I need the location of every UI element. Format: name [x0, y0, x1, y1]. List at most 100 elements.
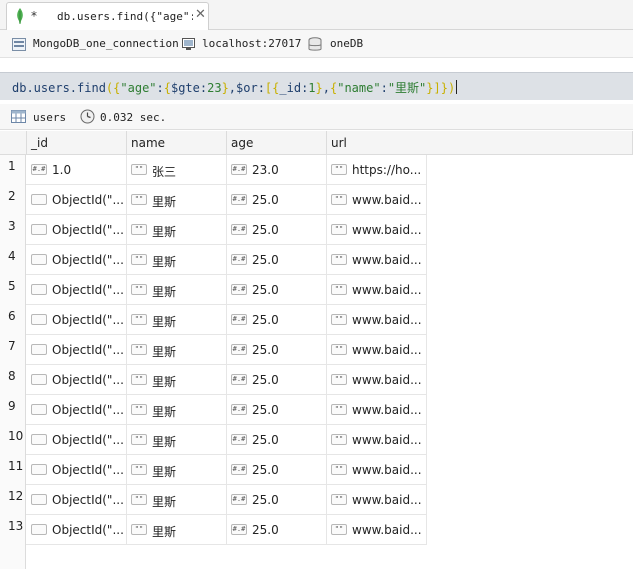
column-header-id[interactable]: _id — [27, 131, 127, 155]
cell-name[interactable]: "" 里斯 — [127, 395, 227, 425]
cell-url[interactable]: "" www.baid... — [327, 275, 427, 305]
query-tab[interactable]: * db.users.find({"age":… ✕ — [6, 2, 209, 30]
table-row[interactable]: 12 ObjectId("... "" 里斯 #.# 25.0 "" www.baid... — [0, 485, 427, 515]
object-type-icon — [31, 494, 47, 505]
cell-url[interactable]: "" www.baid... — [327, 185, 427, 215]
cell-name[interactable]: "" 里斯 — [127, 425, 227, 455]
cell-url[interactable]: "" www.baid... — [327, 485, 427, 515]
close-icon[interactable]: ✕ — [195, 8, 207, 22]
cell-name[interactable]: "" 里斯 — [127, 485, 227, 515]
column-header-age[interactable]: age — [227, 131, 327, 155]
cell-name[interactable]: "" 里斯 — [127, 455, 227, 485]
mongodb-leaf-icon — [17, 8, 23, 24]
cell-age[interactable]: #.# 25.0 — [227, 365, 327, 395]
cell-id[interactable]: ObjectId("... — [27, 215, 127, 245]
cell-name[interactable]: "" 里斯 — [127, 515, 227, 545]
cell-age[interactable]: #.# 25.0 — [227, 455, 327, 485]
cell-url[interactable]: "" https://ho... — [327, 155, 427, 185]
table-row[interactable]: 13 ObjectId("... "" 里斯 #.# 25.0 "" www.baid... — [0, 515, 427, 545]
table-row[interactable]: 3 ObjectId("... "" 里斯 #.# 25.0 "" www.baid... — [0, 215, 427, 245]
table-row[interactable]: 10 ObjectId("... "" 里斯 #.# 25.0 "" www.baid... — [0, 425, 427, 455]
number-type-icon: #.# — [231, 164, 247, 175]
cell-age[interactable]: #.# 25.0 — [227, 305, 327, 335]
column-header-url[interactable]: url — [327, 131, 633, 155]
table-row[interactable]: 7 ObjectId("... "" 里斯 #.# 25.0 "" www.baid... — [0, 335, 427, 365]
cell-value: ObjectId("... — [52, 223, 124, 237]
cell-age[interactable]: #.# 25.0 — [227, 275, 327, 305]
cell-url[interactable]: "" www.baid... — [327, 515, 427, 545]
cell-age[interactable]: #.# 23.0 — [227, 155, 327, 185]
number-type-icon: #.# — [231, 404, 247, 415]
cell-url[interactable]: "" www.baid... — [327, 305, 427, 335]
cell-value: 25.0 — [252, 313, 279, 327]
cell-url[interactable]: "" www.baid... — [327, 335, 427, 365]
table-row[interactable]: 4 ObjectId("... "" 里斯 #.# 25.0 "" www.baid... — [0, 245, 427, 275]
table-row[interactable]: 1 #.# 1.0 "" 张三 #.# 23.0 "" https://ho... — [0, 155, 427, 185]
table-row[interactable]: 2 ObjectId("... "" 里斯 #.# 25.0 "" www.baid... — [0, 185, 427, 215]
row-number: 1 — [0, 155, 26, 185]
string-type-icon: "" — [331, 494, 347, 505]
cell-name[interactable]: "" 里斯 — [127, 275, 227, 305]
cell-url[interactable]: "" www.baid... — [327, 455, 427, 485]
cell-age[interactable]: #.# 25.0 — [227, 215, 327, 245]
cell-value: 里斯 — [152, 315, 177, 329]
table-row[interactable]: 11 ObjectId("... "" 里斯 #.# 25.0 "" www.baid... — [0, 455, 427, 485]
cell-name[interactable]: "" 里斯 — [127, 245, 227, 275]
cell-id[interactable]: ObjectId("... — [27, 365, 127, 395]
cell-id[interactable]: #.# 1.0 — [27, 155, 127, 185]
string-type-icon: "" — [131, 404, 147, 415]
cell-id[interactable]: ObjectId("... — [27, 425, 127, 455]
cell-age[interactable]: #.# 25.0 — [227, 425, 327, 455]
cell-id[interactable]: ObjectId("... — [27, 245, 127, 275]
cell-value: 里斯 — [152, 525, 177, 539]
cell-id[interactable]: ObjectId("... — [27, 335, 127, 365]
table-row[interactable]: 9 ObjectId("... "" 里斯 #.# 25.0 "" www.baid... — [0, 395, 427, 425]
cell-id[interactable]: ObjectId("... — [27, 455, 127, 485]
cell-name[interactable]: "" 里斯 — [127, 335, 227, 365]
cell-age[interactable]: #.# 25.0 — [227, 245, 327, 275]
cell-id[interactable]: ObjectId("... — [27, 395, 127, 425]
cell-age[interactable]: #.# 25.0 — [227, 185, 327, 215]
cell-name[interactable]: "" 里斯 — [127, 215, 227, 245]
cell-name[interactable]: "" 里斯 — [127, 185, 227, 215]
cell-id[interactable]: ObjectId("... — [27, 485, 127, 515]
cell-age[interactable]: #.# 25.0 — [227, 335, 327, 365]
cell-url[interactable]: "" www.baid... — [327, 395, 427, 425]
query-editor[interactable]: db.users.find({"age":{$gte:23},$or:[{_id… — [0, 58, 633, 100]
rownum-header — [0, 131, 27, 155]
cell-url[interactable]: "" www.baid... — [327, 215, 427, 245]
column-header-name[interactable]: name — [127, 131, 227, 155]
string-type-icon: "" — [131, 254, 147, 265]
row-number: 6 — [0, 305, 26, 335]
cell-value: www.baid... — [352, 253, 422, 267]
cell-name[interactable]: "" 张三 — [127, 155, 227, 185]
table-row[interactable]: 6 ObjectId("... "" 里斯 #.# 25.0 "" www.baid... — [0, 305, 427, 335]
number-type-icon: #.# — [231, 374, 247, 385]
cell-name[interactable]: "" 里斯 — [127, 365, 227, 395]
cell-age[interactable]: #.# 25.0 — [227, 395, 327, 425]
cell-id[interactable]: ObjectId("... — [27, 305, 127, 335]
query-text[interactable]: db.users.find({"age":{$gte:23},$or:[{_id… — [12, 81, 455, 95]
cell-id[interactable]: ObjectId("... — [27, 275, 127, 305]
table-row[interactable]: 8 ObjectId("... "" 里斯 #.# 25.0 "" www.baid... — [0, 365, 427, 395]
cell-value: 里斯 — [152, 405, 177, 419]
object-type-icon — [31, 254, 47, 265]
cell-url[interactable]: "" www.baid... — [327, 425, 427, 455]
number-type-icon: #.# — [231, 494, 247, 505]
query-line[interactable]: db.users.find({"age":{$gte:23},$or:[{_id… — [0, 72, 633, 100]
cell-url[interactable]: "" www.baid... — [327, 365, 427, 395]
object-type-icon — [31, 284, 47, 295]
cell-age[interactable]: #.# 25.0 — [227, 515, 327, 545]
cell-url[interactable]: "" www.baid... — [327, 245, 427, 275]
cell-age[interactable]: #.# 25.0 — [227, 485, 327, 515]
cell-name[interactable]: "" 里斯 — [127, 305, 227, 335]
cell-id[interactable]: ObjectId("... — [27, 515, 127, 545]
cell-value: 25.0 — [252, 343, 279, 357]
row-number: 9 — [0, 395, 26, 425]
cell-value: ObjectId("... — [52, 523, 124, 537]
unsaved-marker: * — [31, 9, 37, 23]
cell-id[interactable]: ObjectId("... — [27, 185, 127, 215]
table-row[interactable]: 5 ObjectId("... "" 里斯 #.# 25.0 "" www.baid... — [0, 275, 427, 305]
row-number: 12 — [0, 485, 26, 515]
string-type-icon: "" — [331, 224, 347, 235]
